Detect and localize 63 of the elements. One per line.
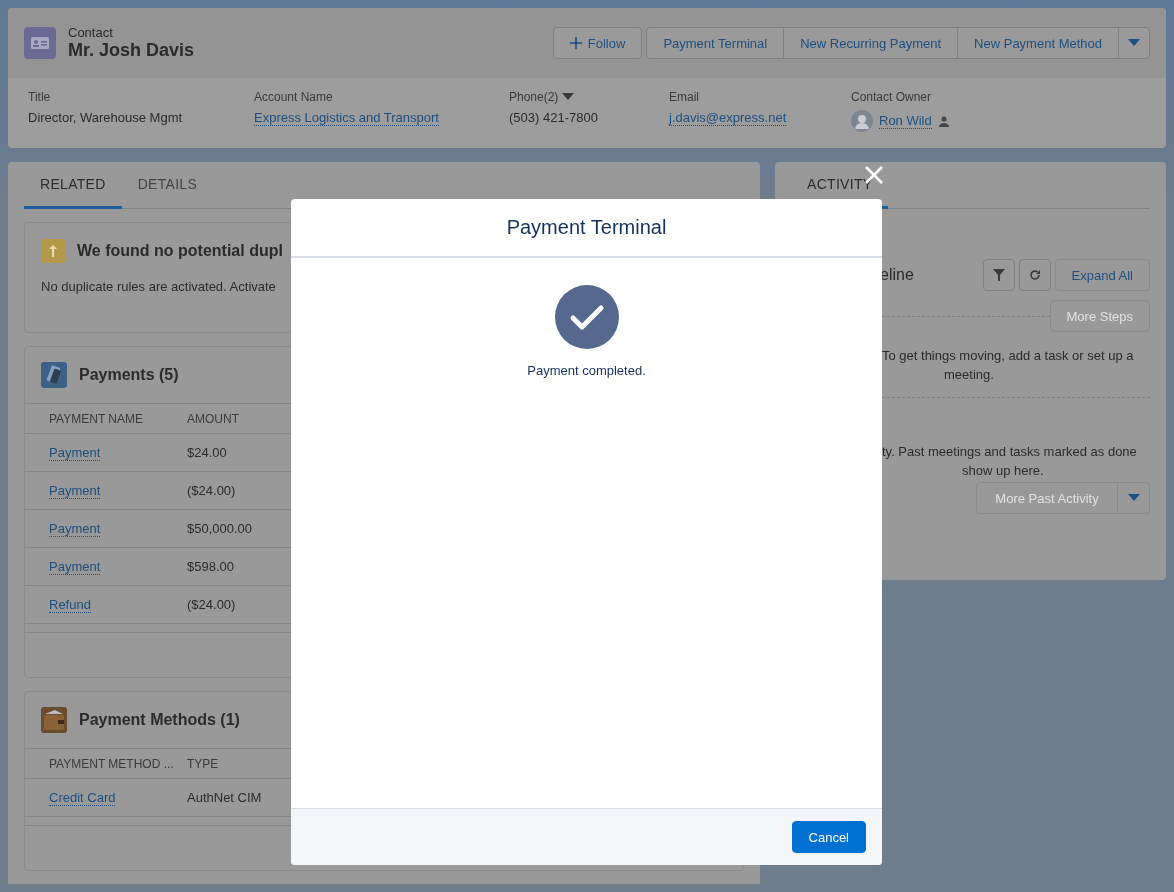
contact-card-icon: [24, 27, 56, 59]
field-label: Phone(2): [509, 90, 559, 104]
row-link[interactable]: Payment: [49, 559, 101, 575]
avatar-icon: [851, 110, 873, 132]
row-link[interactable]: Payment: [49, 445, 101, 461]
table-cell-text: AuthNet CIM: [187, 790, 263, 805]
wallet-icon: [41, 707, 67, 733]
cancel-button[interactable]: Cancel: [791, 821, 866, 853]
tab[interactable]: RELATED: [24, 162, 122, 209]
more-past-menu-button[interactable]: [1118, 482, 1150, 514]
column-header: PAYMENT METHOD ...: [49, 756, 175, 771]
caret-icon: [1128, 39, 1140, 47]
status-message: Payment completed.: [527, 363, 646, 378]
refresh-icon: [1028, 269, 1041, 281]
action-button[interactable]: New Payment Method: [957, 27, 1119, 59]
timeline-title: eline: [880, 266, 914, 284]
table-cell-text: $24.00: [187, 445, 228, 460]
field-value: Director, Warehouse Mgmt: [28, 110, 184, 125]
change-owner-icon[interactable]: [937, 115, 950, 127]
field-label: Contact Owner: [851, 90, 932, 104]
row-link[interactable]: Credit Card: [49, 790, 116, 806]
expand-all-button[interactable]: Expand All: [1054, 259, 1150, 291]
duplicates-message: No duplicate rules are activated. Activate: [41, 279, 276, 294]
caret-icon: [1127, 494, 1140, 502]
filter-icon: [992, 269, 1005, 281]
field-label: Title: [28, 90, 51, 104]
owner-link[interactable]: Ron Wild: [879, 113, 932, 129]
field-label: Account Name: [254, 90, 333, 104]
card-title: Payment Methods (1): [79, 711, 240, 729]
modal-title: Payment Terminal: [506, 216, 667, 239]
table-cell-text: $598.00: [187, 559, 235, 574]
record-name: Mr. Josh Davis: [68, 40, 196, 61]
table-cell-text: ($24.00): [187, 597, 237, 612]
follow-button[interactable]: Follow: [552, 27, 643, 59]
check-icon: [554, 285, 619, 349]
past-activity-message: ty. Past meetings and tasks marked as done show up here.: [882, 443, 1138, 480]
more-actions-button[interactable]: [1118, 27, 1150, 59]
refresh-button[interactable]: [1018, 259, 1051, 291]
row-link[interactable]: Refund: [49, 597, 91, 613]
field-label: Email: [669, 90, 699, 104]
card-title: Payments (5): [79, 366, 179, 384]
row-link[interactable]: Payment: [49, 521, 101, 537]
phone-menu-icon[interactable]: [562, 93, 575, 101]
plus-icon: [569, 37, 582, 49]
action-button[interactable]: Payment Terminal: [646, 27, 785, 59]
table-cell-text: ($24.00): [187, 483, 237, 498]
card-icon: [41, 362, 67, 388]
action-button[interactable]: New Recurring Payment: [783, 27, 959, 59]
field-value: (503) 421-7800: [509, 110, 599, 125]
column-header: TYPE: [187, 756, 220, 771]
column-header: PAYMENT NAME: [49, 411, 144, 426]
tab[interactable]: DETAILS: [121, 162, 214, 209]
upcoming-message: To get things moving, add a task or set up a meeting.: [882, 347, 1135, 384]
field-link[interactable]: j.davis@express.net: [669, 110, 787, 126]
field-link[interactable]: Express Logistics and Transport: [254, 110, 439, 126]
table-cell-text: $50,000.00: [187, 521, 254, 536]
object-type: Contact: [68, 25, 114, 40]
row-link[interactable]: Payment: [49, 483, 101, 499]
merge-icon: [41, 239, 65, 263]
column-header: AMOUNT: [187, 411, 240, 426]
filter-button[interactable]: [982, 259, 1015, 291]
caret-icon: [562, 93, 575, 101]
card-title: We found no potential dupl: [77, 242, 283, 260]
